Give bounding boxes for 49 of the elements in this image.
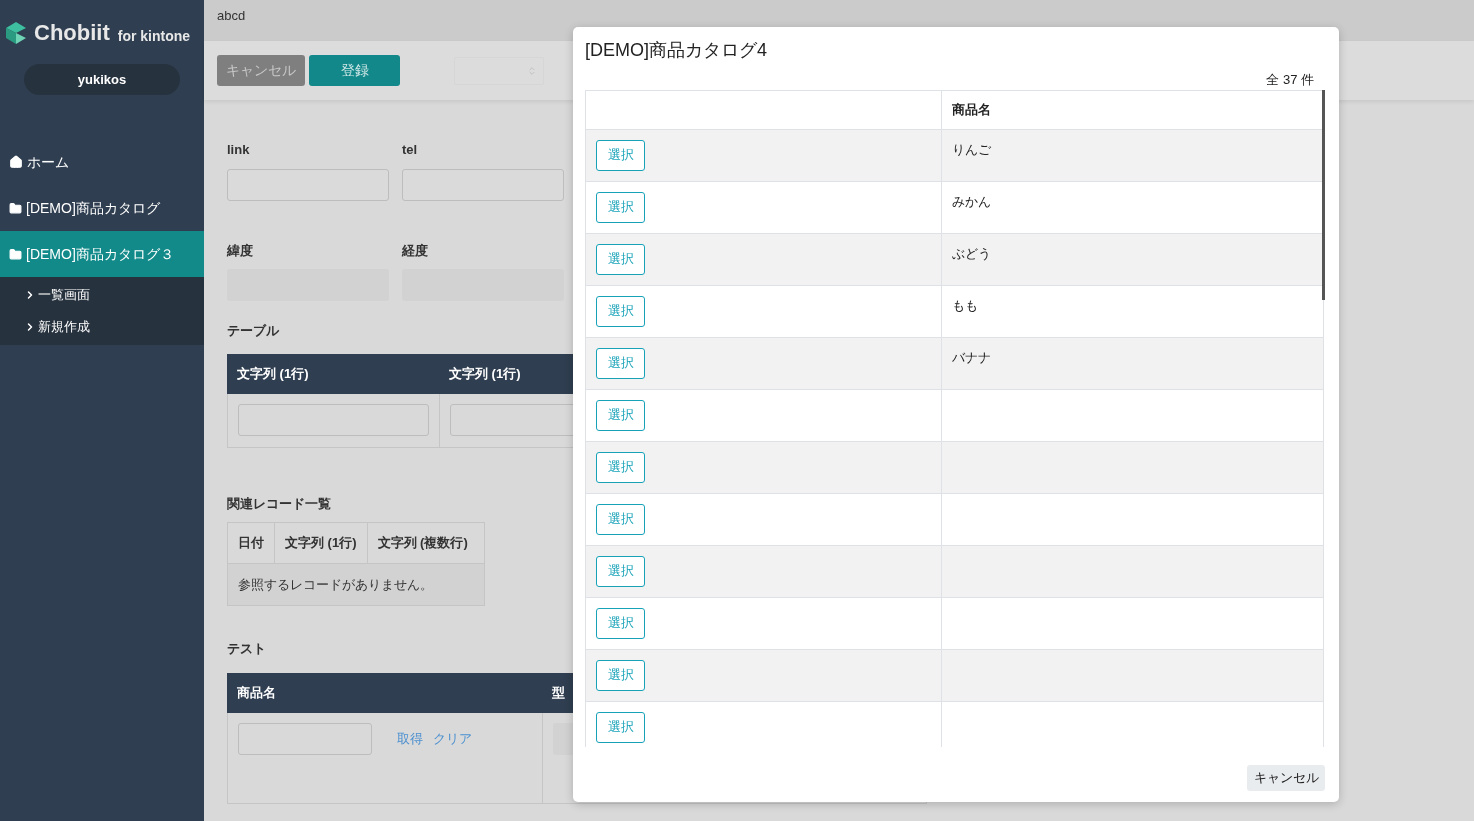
field-label: 緯度 <box>227 241 254 260</box>
table-cell-text: もも <box>951 296 978 315</box>
column-header: 文字列 (1行) <box>274 523 367 563</box>
action-link[interactable]: クリア <box>433 728 472 748</box>
column-header: 型 <box>552 683 565 702</box>
select-button[interactable]: 選択 <box>596 503 645 535</box>
select-button[interactable]: 選択 <box>596 139 645 171</box>
section-title: テーブル <box>227 322 279 340</box>
select-button[interactable]: 選択 <box>596 555 645 587</box>
page-title: abcd <box>217 8 246 23</box>
select-button[interactable]: 選択 <box>596 295 645 327</box>
section-title: テスト <box>227 640 266 658</box>
table-cell-text: みかん <box>951 192 991 211</box>
select-button[interactable]: 選択 <box>596 243 645 275</box>
select-button[interactable]: 選択 <box>596 711 645 743</box>
register-button[interactable]: 登録 <box>309 55 400 86</box>
cancel-button[interactable]: キャンセル <box>1247 764 1325 791</box>
column-header: 文字列 (1行) <box>237 364 309 383</box>
nav-subitem[interactable]: 一覧画面 <box>0 279 204 311</box>
record-count: 全 37 件 <box>1266 71 1314 89</box>
select-button[interactable]: 選択 <box>596 451 645 483</box>
select-button[interactable]: 選択 <box>596 399 645 431</box>
action-link[interactable]: 取得 <box>397 728 423 748</box>
nav-item[interactable]: [DEMO]商品カタログ <box>0 185 204 231</box>
column-header: 日付 <box>237 534 265 553</box>
table-cell-text: ぶどう <box>951 244 991 263</box>
section-title: 関連レコード一覧 <box>227 494 331 513</box>
nav-item[interactable]: ホーム <box>0 139 204 185</box>
select-button[interactable]: 選択 <box>596 347 645 379</box>
column-header: 商品名 <box>237 683 276 702</box>
user-pill[interactable]: yukikos <box>24 64 180 95</box>
dialog-title: [DEMO]商品カタログ4 <box>585 39 768 62</box>
field-label: 経度 <box>402 241 429 260</box>
logo-wordmark: Chobiit <box>34 22 110 44</box>
select-button[interactable]: 選択 <box>596 191 645 223</box>
cancel-button[interactable]: キャンセル <box>217 55 305 86</box>
empty-message: 参照するレコードがありません。 <box>238 575 433 594</box>
nav-subitem[interactable]: 新規作成 <box>0 311 204 343</box>
field-label: link <box>227 141 251 159</box>
nav-item[interactable]: [DEMO]商品カタログ３ <box>0 231 204 277</box>
table-cell-text: りんご <box>951 140 991 159</box>
column-header: 文字列 (1行) <box>449 364 521 383</box>
select-button[interactable]: 選択 <box>596 607 645 639</box>
column-header: 商品名 <box>951 100 991 119</box>
select-button[interactable]: 選択 <box>596 659 645 691</box>
column-header: 文字列 (複数行) <box>366 523 478 563</box>
field-label: tel <box>402 141 419 159</box>
table-cell-text: バナナ <box>951 348 991 367</box>
logo-suffix: for kintone <box>117 29 191 44</box>
